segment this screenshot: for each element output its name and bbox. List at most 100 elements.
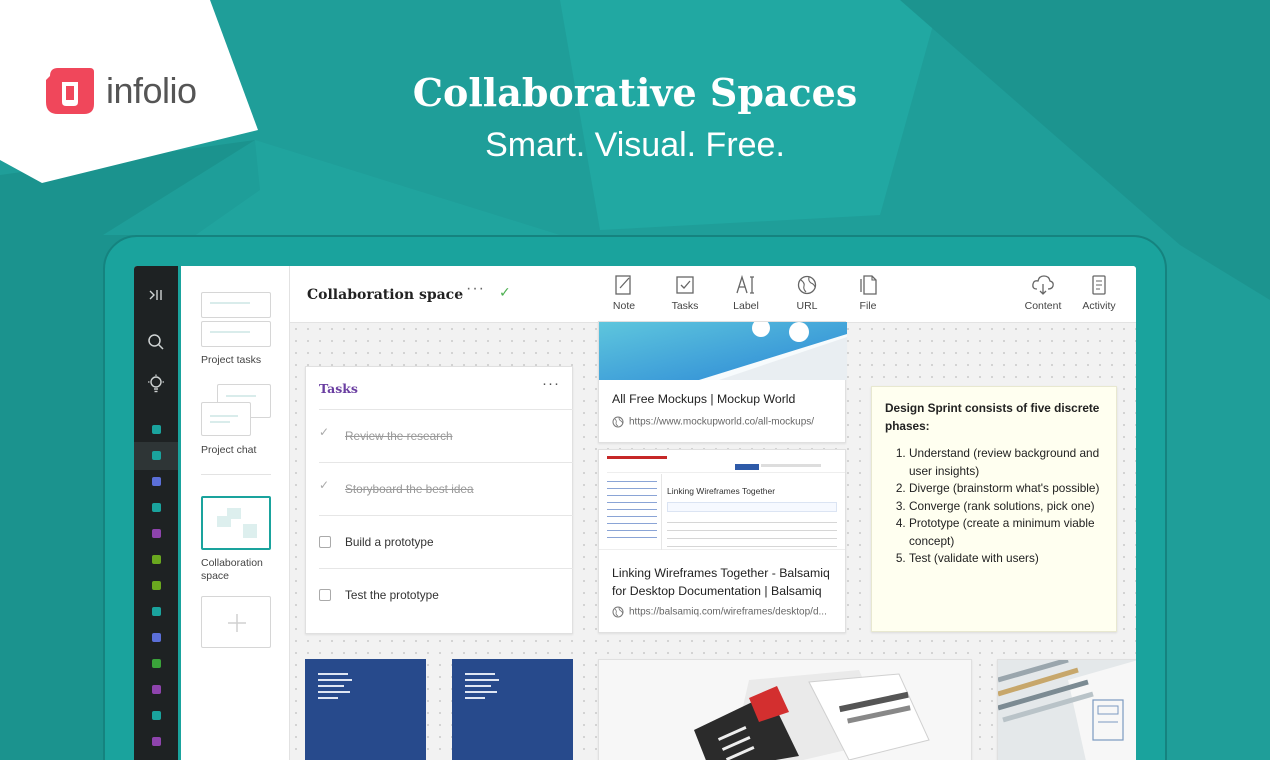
activity-button[interactable]: Activity [1074, 274, 1124, 312]
task-item[interactable]: ✓ Review the research [319, 409, 573, 462]
task-text: Build a prototype [345, 535, 434, 549]
task-item[interactable]: Test the prototype [319, 568, 573, 621]
space-dot[interactable] [152, 477, 161, 486]
space-dot[interactable] [152, 529, 161, 538]
globe-icon [612, 606, 624, 618]
space-dot[interactable] [152, 425, 161, 434]
tool-label: Tasks [671, 300, 699, 312]
add-tasks-button[interactable]: Tasks [660, 274, 710, 312]
link-url-text: https://balsamiq.com/wireframes/desktop/… [629, 606, 827, 618]
space-canvas[interactable]: Tasks ··· ✓ Review the research ✓ Storyb… [290, 321, 1136, 760]
text-label-icon [736, 274, 754, 294]
note-list: Understand (review background and user i… [909, 445, 1123, 568]
search-icon[interactable] [134, 333, 178, 356]
task-item[interactable]: Build a prototype [319, 515, 573, 568]
task-text: Test the prototype [345, 588, 439, 602]
plus-icon [228, 614, 246, 632]
note-list-item: Prototype (create a minimum viable conce… [909, 515, 1123, 550]
task-checkbox[interactable] [319, 536, 331, 548]
project-tasks-thumbnail [201, 292, 271, 318]
note-list-item: Converge (rank solutions, pick one) [909, 498, 1123, 516]
link-title[interactable]: All Free Mockups | Mockup World [612, 390, 837, 408]
checkmark-icon[interactable]: ✓ [319, 425, 329, 439]
globe-icon [612, 416, 624, 428]
note-list-item: Test (validate with users) [909, 550, 1123, 568]
checkmark-icon[interactable]: ✓ [319, 478, 329, 492]
lightbulb-icon[interactable] [134, 374, 178, 399]
space-title[interactable]: Collaboration space [307, 287, 463, 303]
tool-label: Activity [1082, 300, 1116, 312]
spaces-sidebar: Project tasks Project chat Collaboration… [181, 266, 290, 760]
phone-mockup-image [694, 670, 930, 760]
space-dot[interactable] [152, 555, 161, 564]
hero-title: Collaborative Spaces [0, 70, 1270, 115]
link-url-text: https://www.mockupworld.co/all-mockups/ [629, 416, 815, 428]
file-icon [860, 275, 877, 295]
note-icon [615, 275, 631, 295]
space-dot[interactable] [152, 503, 161, 512]
project-chat-bubble-front [201, 402, 251, 436]
left-rail [134, 266, 181, 760]
note-list-item: Diverge (brainstorm what's possible) [909, 480, 1123, 498]
link-preview-heading: Linking Wireframes Together [667, 486, 776, 496]
globe-icon [797, 275, 817, 295]
note-title: Design Sprint consists of five discrete … [885, 401, 1100, 433]
task-item[interactable]: ✓ Storyboard the best idea [319, 462, 573, 515]
tool-label: File [859, 300, 877, 312]
document-card[interactable] [452, 659, 573, 760]
add-note-button[interactable]: Note [599, 274, 649, 312]
space-dot[interactable] [152, 685, 161, 694]
link-card[interactable]: All Free Mockups | Mockup World https://… [598, 321, 847, 443]
link-card[interactable]: Linking Wireframes Together Linking Wire… [598, 449, 846, 633]
task-text: Review the research [345, 429, 453, 443]
app-screen: Project tasks Project chat Collaboration… [134, 266, 1136, 760]
saved-check-icon: ✓ [499, 284, 511, 300]
document-icon [1092, 275, 1106, 295]
link-preview-image [599, 322, 847, 380]
cloud-icon [1032, 275, 1054, 295]
link-url[interactable]: https://www.mockupworld.co/all-mockups/ [612, 416, 837, 428]
link-url[interactable]: https://balsamiq.com/wireframes/desktop/… [612, 606, 837, 618]
add-url-button[interactable]: URL [782, 274, 832, 312]
hero-title-text: Collaborative Spaces [412, 70, 858, 115]
image-card[interactable] [598, 659, 972, 760]
link-preview-image: Linking Wireframes Together [599, 450, 845, 550]
note-card[interactable]: Design Sprint consists of five discrete … [871, 386, 1117, 632]
space-dot[interactable] [152, 711, 161, 720]
space-dot[interactable] [152, 607, 161, 616]
add-space-button[interactable] [201, 596, 271, 648]
image-card[interactable] [997, 659, 1136, 760]
sidebar-item-label: Collaboration space [201, 557, 263, 582]
space-dot[interactable] [152, 581, 161, 590]
task-checkbox[interactable] [319, 589, 331, 601]
tool-label: URL [796, 300, 818, 312]
sidebar-item-label: Project tasks [201, 354, 262, 366]
tasks-card[interactable]: Tasks ··· ✓ Review the research ✓ Storyb… [305, 366, 573, 634]
space-dot[interactable] [152, 451, 161, 460]
space-dot[interactable] [152, 737, 161, 746]
tasks-card-title: Tasks [319, 381, 358, 396]
sidebar-item-label: Project chat [201, 444, 257, 456]
checkbox-icon [676, 276, 694, 294]
tool-label: Content [1024, 300, 1062, 312]
task-text: Storyboard the best idea [345, 482, 474, 496]
space-dot[interactable] [152, 659, 161, 668]
tool-label: Label [733, 300, 759, 312]
space-toolbar: Collaboration space ··· ✓ Note Tasks Lab… [290, 266, 1136, 323]
sketches-photo-image [998, 660, 1136, 760]
sidebar-divider [201, 474, 271, 475]
collaboration-space-thumbnail [201, 496, 271, 550]
tasks-card-more-button[interactable]: ··· [542, 375, 560, 392]
add-label-button[interactable]: Label [721, 274, 771, 312]
note-list-item: Understand (review background and user i… [909, 445, 1123, 480]
space-dot[interactable] [152, 633, 161, 642]
content-button[interactable]: Content [1013, 274, 1073, 312]
hero-subtitle: Smart. Visual. Free. [485, 126, 785, 164]
collapse-icon[interactable] [134, 288, 178, 306]
link-title[interactable]: Linking Wireframes Together - Balsamiq f… [612, 564, 837, 600]
project-tasks-thumbnail-2 [201, 321, 271, 347]
document-card[interactable] [305, 659, 426, 760]
add-file-button[interactable]: File [843, 274, 893, 312]
space-more-button[interactable]: ··· [466, 280, 485, 298]
tool-label: Note [612, 300, 636, 312]
